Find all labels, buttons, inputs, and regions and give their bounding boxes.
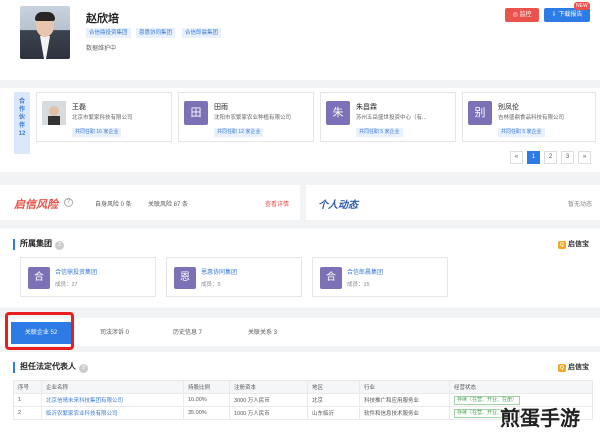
partner-card[interactable]: 别 别凤伦 吉林盛鼎食品科技有限公司 共同任职 5 家企业 [462, 92, 596, 142]
tab-bar: 关联企业 52 司法涉诉 0 历史信息 7 关联关系 3 [0, 318, 600, 346]
partner-name[interactable]: 别凤伦 [498, 102, 519, 112]
partner-avatar: 朱 [326, 101, 350, 125]
section-title: 所属集团 3 [13, 239, 64, 250]
new-badge: NEW [574, 2, 590, 10]
partner-name[interactable]: 朱昌霖 [356, 102, 377, 112]
column-header: 经营状态 [449, 380, 593, 394]
group-avatar: 恩 [174, 267, 196, 289]
group-name[interactable]: 恩惠协同集团 [201, 267, 237, 276]
dynamic-panel: 个人动态 暂无动态 [306, 185, 600, 220]
qixinbao-icon: Q [558, 364, 566, 372]
associated-risk[interactable]: 关联风险 87 条 [148, 199, 188, 208]
partner-name[interactable]: 田雨 [214, 102, 228, 112]
risk-details-link[interactable]: 查看详情 [265, 199, 289, 208]
group-name[interactable]: 合信鼎投资集团 [55, 267, 97, 276]
partner-company: 沈阳市农繁家农业种植有限公司 [214, 115, 292, 121]
group-card[interactable]: 合 合信鼎投资集团 成员：27 [20, 257, 156, 297]
column-header: 行业 [359, 380, 450, 394]
partner-name[interactable]: 王磊 [72, 102, 86, 112]
cell-share: 10.00% [183, 393, 230, 407]
count-badge: 3 [55, 241, 64, 250]
column-header: 持股比例 [183, 380, 230, 394]
qixinbao-icon: Q [558, 241, 566, 249]
partner-card[interactable]: 朱 朱昌霖 苏州五岳盛世投资中心（有... 共同任职 5 家企业 [320, 92, 456, 142]
group-name[interactable]: 合信郎晨集团 [347, 267, 383, 276]
cell-industry: 科技推广和应用服务业 [359, 393, 450, 407]
partner-avatar: 田 [184, 101, 208, 125]
partner-tag: 共同任职 16 家企业 [72, 128, 122, 137]
partner-avatar: 别 [468, 101, 492, 125]
pagination-page-2[interactable]: 2 [544, 151, 557, 164]
group-members: 成员：27 [55, 282, 78, 288]
group-card[interactable]: 合 合信郎晨集团 成员：15 [312, 257, 448, 297]
dynamic-empty-note: 暂无动态 [568, 202, 593, 208]
column-header: 注册资本 [229, 380, 308, 394]
column-header: 序号 [13, 380, 42, 394]
table-header-row: 序号 企业名称 持股比例 注册资本 地区 行业 经营状态 [13, 380, 593, 394]
count-badge: 2 [79, 364, 88, 373]
column-header: 企业名称 [41, 380, 184, 394]
watermark: 煎蛋手游 [500, 408, 580, 430]
help-icon[interactable]: ? [64, 198, 73, 207]
qixinbao-logo: Q 启信宝 [558, 362, 589, 372]
group-tag[interactable]: 合信郎晨集团 [182, 28, 222, 38]
qixinbao-logo: Q 启信宝 [558, 239, 589, 249]
group-members: 成员：5 [201, 282, 221, 288]
pagination-next[interactable]: » [578, 151, 591, 164]
tab-history[interactable]: 历史信息 7 [173, 327, 202, 336]
pagination-page-1[interactable]: 1 [527, 151, 540, 164]
download-report-button[interactable]: ⇩ 下载报告 [544, 8, 590, 22]
column-header: 地区 [307, 380, 360, 394]
group-avatar: 合 [320, 267, 342, 289]
group-tag[interactable]: 恩惠协同集团 [136, 28, 176, 38]
tab-relations[interactable]: 关联关系 3 [248, 327, 277, 336]
partners-section: 合作伙伴 12 王磊 北京市繁家科技有限公司 共同任职 16 家企业 田 田雨 沈… [0, 88, 600, 172]
cell-capital: 3000 万人民币 [229, 393, 308, 407]
partner-tag: 共同任职 5 家企业 [498, 128, 545, 137]
monitor-button[interactable]: ◎ 监控 [505, 8, 539, 22]
partner-card[interactable]: 王磊 北京市繁家科技有限公司 共同任职 16 家企业 [36, 92, 172, 142]
profile-header: 赵欣培 合信鼎投资集团 恩惠协同集团 合信郎晨集团 数据维护中 ◎ 监控 ⇩ 下… [0, 0, 600, 80]
cell-index: 1 [13, 393, 42, 407]
company-link[interactable]: 临沂农繁家农业科技有限公司 [41, 406, 184, 420]
group-members: 成员：15 [347, 282, 370, 288]
partner-company: 吉林盛鼎食品科技有限公司 [498, 115, 565, 121]
pagination-page-3[interactable]: 3 [561, 151, 574, 164]
pagination-prev[interactable]: « [510, 151, 523, 164]
company-link[interactable]: 北京信晴未来科技集团有限公司 [41, 393, 184, 407]
section-title: 担任法定代表人 2 [13, 362, 88, 373]
cell-index: 2 [13, 406, 42, 420]
partner-card[interactable]: 田 田雨 沈阳市农繁家农业种植有限公司 共同任职 12 家企业 [178, 92, 314, 142]
tab-judicial[interactable]: 司法涉诉 0 [100, 327, 129, 336]
highlight-box [5, 312, 74, 350]
cell-industry: 软件和信息技术服务业 [359, 406, 450, 420]
group-tag[interactable]: 合信鼎投资集团 [86, 28, 131, 38]
partner-company: 苏州五岳盛世投资中心（有... [356, 115, 427, 121]
cell-region: 山东临沂 [307, 406, 360, 420]
self-risk[interactable]: 自身风险 0 条 [95, 199, 132, 208]
maintenance-note: 数据维护中 [86, 46, 117, 52]
person-name: 赵欣培 [86, 13, 119, 25]
cell-share: 35.00% [183, 406, 230, 420]
partner-tag: 共同任职 12 家企业 [214, 128, 264, 137]
cell-capital: 1000 万人民币 [229, 406, 308, 420]
risk-panel: 启信风险 ? 自身风险 0 条 关联风险 87 条 查看详情 [0, 185, 300, 220]
group-card[interactable]: 恩 恩惠协同集团 成员：5 [166, 257, 302, 297]
group-section: 所属集团 3 Q 启信宝 合 合信鼎投资集团 成员：27 恩 恩惠协同集团 成员：5… [0, 229, 600, 307]
partner-company: 北京市繁家科技有限公司 [72, 115, 133, 121]
group-avatar: 合 [28, 267, 50, 289]
risk-title: 启信风险 [14, 199, 58, 211]
dynamic-title: 个人动态 [318, 200, 358, 211]
partner-tag: 共同任职 5 家企业 [356, 128, 403, 137]
cell-region: 北京 [307, 393, 360, 407]
partner-avatar [42, 101, 66, 125]
person-avatar [20, 6, 70, 59]
partners-label: 合作伙伴 12 [14, 92, 30, 154]
